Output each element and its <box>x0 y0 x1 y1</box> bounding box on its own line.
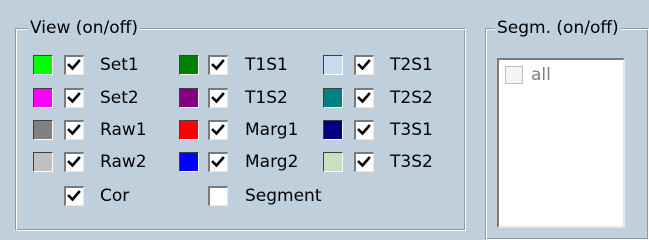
checkbox-t2s1[interactable] <box>354 55 374 75</box>
color-swatch-marg1[interactable] <box>179 120 199 140</box>
color-swatch-raw1[interactable] <box>33 120 53 140</box>
label-t2s1: T2S1 <box>390 55 433 75</box>
color-swatch-set2[interactable] <box>33 88 53 108</box>
color-swatch-raw2[interactable] <box>33 152 53 172</box>
segment-all-checkbox[interactable] <box>505 66 523 84</box>
view-group-title: View (on/off) <box>28 16 141 40</box>
checkbox-t1s1[interactable] <box>208 55 228 75</box>
color-swatch-t1s1[interactable] <box>179 55 199 75</box>
label-cor: Cor <box>100 186 130 206</box>
color-swatch-marg2[interactable] <box>179 152 199 172</box>
label-marg2: Marg2 <box>245 152 299 172</box>
color-swatch-t3s2[interactable] <box>323 152 343 172</box>
checkbox-t1s2[interactable] <box>208 88 228 108</box>
checkbox-set2[interactable] <box>64 88 84 108</box>
color-swatch-set1[interactable] <box>33 55 53 75</box>
checkbox-segment[interactable] <box>208 186 228 206</box>
label-marg1: Marg1 <box>245 120 299 140</box>
checkbox-set1[interactable] <box>64 55 84 75</box>
color-swatch-t1s2[interactable] <box>179 88 199 108</box>
color-swatch-t3s1[interactable] <box>323 120 343 140</box>
checkbox-marg1[interactable] <box>208 120 228 140</box>
label-t3s1: T3S1 <box>390 120 433 140</box>
checkbox-raw2[interactable] <box>64 152 84 172</box>
label-t1s2: T1S2 <box>245 88 288 108</box>
label-t2s2: T2S2 <box>390 88 433 108</box>
checkbox-t2s2[interactable] <box>354 88 374 108</box>
label-t3s2: T3S2 <box>390 152 433 172</box>
label-segment: Segment <box>245 186 322 206</box>
color-swatch-t2s2[interactable] <box>323 88 343 108</box>
checkbox-raw1[interactable] <box>64 120 84 140</box>
checkbox-cor[interactable] <box>64 186 84 206</box>
label-raw2: Raw2 <box>100 152 147 172</box>
segm-group-title: Segm. (on/off) <box>495 16 621 40</box>
label-raw1: Raw1 <box>100 120 147 140</box>
color-swatch-t2s1[interactable] <box>323 55 343 75</box>
checkbox-t3s1[interactable] <box>354 120 374 140</box>
checkbox-marg2[interactable] <box>208 152 228 172</box>
label-t1s1: T1S1 <box>245 55 288 75</box>
label-set2: Set2 <box>100 88 139 108</box>
label-set1: Set1 <box>100 55 139 75</box>
segment-listbox[interactable]: all <box>497 58 625 228</box>
checkbox-t3s2[interactable] <box>354 152 374 172</box>
segment-all-label: all <box>531 65 551 85</box>
